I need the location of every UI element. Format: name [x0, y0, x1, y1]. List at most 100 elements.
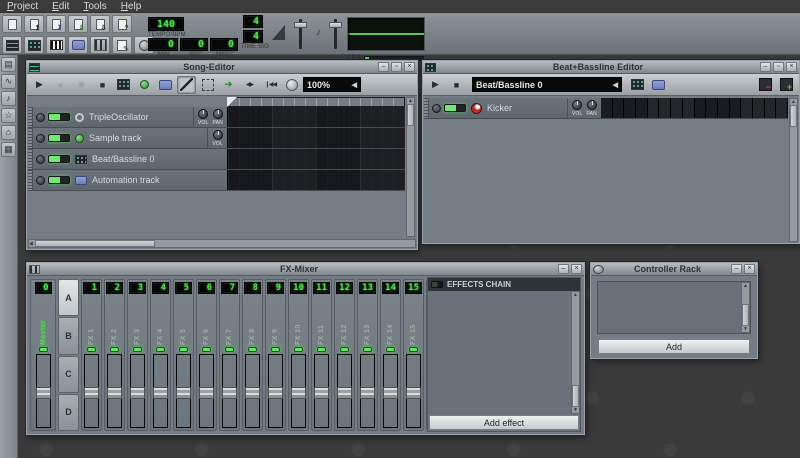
save-project-button[interactable]	[46, 15, 66, 33]
song-segment-area[interactable]	[227, 128, 405, 148]
mute-knob[interactable]	[36, 155, 45, 164]
fx-channel-fader[interactable]	[222, 354, 237, 428]
export-project-button[interactable]	[68, 15, 88, 33]
pan-knob[interactable]	[587, 100, 597, 110]
beat-step-4[interactable]	[636, 98, 648, 118]
mute-knob[interactable]	[36, 176, 45, 185]
fader-handle[interactable]	[222, 387, 237, 399]
fx-channel-led[interactable]	[110, 347, 119, 352]
bb-vertical-scrollbar[interactable]: ▲	[789, 98, 798, 242]
fader-handle[interactable]	[337, 387, 352, 399]
stop-button[interactable]: ■	[93, 76, 112, 94]
toggle-project-notes-button[interactable]	[112, 36, 132, 54]
whats-this-button[interactable]	[112, 15, 132, 33]
song-segment-area[interactable]	[227, 149, 405, 169]
fx-channel-fx-10[interactable]: 10FX 10	[288, 279, 309, 431]
fx-channel-fx-4[interactable]: 4FX 4	[150, 279, 171, 431]
menu-item-edit[interactable]: Edit	[52, 1, 69, 12]
toggle-song-editor-button[interactable]	[2, 36, 22, 54]
mute-knob[interactable]	[36, 134, 45, 143]
scroll-thumb[interactable]	[742, 304, 749, 326]
fx-channel-led[interactable]	[271, 347, 280, 352]
add-bb-track-button[interactable]	[114, 76, 133, 94]
add-automation-track-button[interactable]	[649, 76, 668, 94]
sidebar-instruments-button[interactable]: ▤	[1, 57, 16, 72]
close-button[interactable]: ×	[571, 264, 582, 274]
remove-steps-button[interactable]	[756, 76, 775, 94]
scroll-up-icon[interactable]: ▲	[573, 292, 578, 298]
effects-chain-enable-led[interactable]	[431, 281, 443, 288]
play-button[interactable]: ▶	[30, 76, 49, 94]
scroll-left-icon[interactable]: ◀	[29, 241, 33, 247]
fx-channel-led[interactable]	[87, 347, 96, 352]
add-steps-button[interactable]	[777, 76, 796, 94]
fx-channel-led[interactable]	[317, 347, 326, 352]
fx-channel-fx-15[interactable]: 15FX 15	[403, 279, 424, 431]
draw-mode-button[interactable]	[177, 76, 196, 94]
stop-button[interactable]: ■	[447, 76, 466, 94]
beat-step-11[interactable]	[718, 98, 730, 118]
fader-handle[interactable]	[107, 387, 122, 399]
minimize-button[interactable]: –	[760, 62, 771, 72]
fx-channel-fader[interactable]	[314, 354, 329, 428]
pan-knob[interactable]	[213, 109, 223, 119]
fx-channel-fader[interactable]	[383, 354, 398, 428]
sidebar-home-button[interactable]: ⌂	[1, 125, 16, 140]
track-enabled-led[interactable]	[48, 155, 70, 163]
fx-channel-fader[interactable]	[107, 354, 122, 428]
song-segment-area[interactable]	[227, 170, 405, 190]
controller-rack-titlebar[interactable]: Controller Rack –×	[591, 263, 757, 276]
track-grip[interactable]	[424, 98, 429, 118]
open-project-button[interactable]	[24, 15, 44, 33]
fader-handle[interactable]	[176, 387, 191, 399]
fx-channel-led[interactable]	[39, 347, 48, 352]
minimize-button[interactable]: –	[378, 62, 389, 72]
beat-step-16[interactable]	[776, 98, 788, 118]
beat-step-3[interactable]	[624, 98, 636, 118]
fx-channel-fx-5[interactable]: 5FX 5	[173, 279, 194, 431]
vol-knob[interactable]	[213, 130, 223, 140]
fx-channel-fx-8[interactable]: 8FX 8	[242, 279, 263, 431]
fx-channel-led[interactable]	[340, 347, 349, 352]
fx-mixer-titlebar[interactable]: FX-Mixer –×	[27, 263, 584, 276]
add-bb-track-button[interactable]	[628, 76, 647, 94]
fx-channel-fader[interactable]	[176, 354, 191, 428]
song-horizontal-scrollbar[interactable]: ◀	[28, 239, 416, 248]
effects-chain-scrollbar[interactable]: ▲▼	[571, 291, 580, 414]
menu-item-tools[interactable]: Tools	[83, 1, 106, 12]
fx-channel-fader[interactable]	[245, 354, 260, 428]
fader-handle[interactable]	[406, 387, 421, 399]
beat-step-1[interactable]	[601, 98, 613, 118]
rewind-button[interactable]: ❙◀◀	[261, 76, 280, 94]
effects-chain-list[interactable]: ▲▼	[428, 291, 580, 414]
master-pitch-handle[interactable]	[329, 22, 342, 28]
fx-channel-fx-6[interactable]: 6FX 6	[196, 279, 217, 431]
loop-points-button[interactable]: ◀▶	[240, 76, 259, 94]
add-effect-button[interactable]: Add effect	[429, 415, 579, 430]
fx-channel-fx-14[interactable]: 14FX 14	[380, 279, 401, 431]
record-accompany-button[interactable]: ◉	[72, 76, 91, 94]
scroll-thumb[interactable]	[35, 240, 155, 247]
toggle-fx-mixer-button[interactable]	[90, 36, 110, 54]
scroll-thumb[interactable]	[790, 105, 797, 127]
close-button[interactable]: ×	[744, 264, 755, 274]
zoom-knob[interactable]	[286, 79, 298, 91]
master-volume-handle[interactable]	[294, 22, 307, 28]
toggle-automation-editor-button[interactable]	[68, 36, 88, 54]
beat-step-8[interactable]	[683, 98, 695, 118]
menu-item-project[interactable]: Project	[7, 1, 38, 12]
scroll-down-icon[interactable]: ▼	[743, 326, 748, 332]
sidebar-presets-button[interactable]: ♪	[1, 91, 16, 106]
fx-channel-fader[interactable]	[291, 354, 306, 428]
output-visualizer[interactable]	[347, 17, 425, 51]
effects-chain-header[interactable]: EFFECTS CHAIN	[428, 278, 580, 291]
fx-channel-fader[interactable]	[406, 354, 421, 428]
beat-step-6[interactable]	[659, 98, 671, 118]
fader-handle[interactable]	[268, 387, 283, 399]
track-grip[interactable]	[28, 128, 33, 148]
record-button[interactable]: ●	[51, 76, 70, 94]
fx-channel-led[interactable]	[409, 347, 418, 352]
tempo-display[interactable]: 140	[148, 17, 184, 31]
master-volume-slider[interactable]	[299, 19, 302, 49]
fx-channel-fx-2[interactable]: 2FX 2	[104, 279, 125, 431]
